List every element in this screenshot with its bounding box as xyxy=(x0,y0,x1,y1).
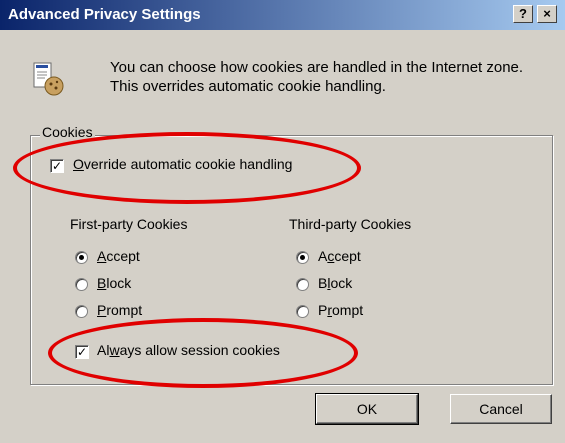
third-party-block-radio[interactable] xyxy=(296,278,309,291)
first-party-block-radio[interactable] xyxy=(75,278,88,291)
first-party-block-label[interactable]: Block xyxy=(97,275,131,291)
first-party-header: First-party Cookies xyxy=(70,216,188,232)
intro-text: You can choose how cookies are handled i… xyxy=(110,59,524,95)
close-button[interactable]: × xyxy=(537,5,557,23)
highlight-ellipse-override xyxy=(13,132,361,204)
third-party-prompt-radio[interactable] xyxy=(296,305,309,318)
highlight-ellipse-session xyxy=(48,318,358,388)
first-party-prompt-radio[interactable] xyxy=(75,305,88,318)
first-party-accept-label[interactable]: Accept xyxy=(97,248,140,264)
third-party-accept-label[interactable]: Accept xyxy=(318,248,361,264)
cancel-button[interactable]: Cancel xyxy=(450,394,552,424)
help-button[interactable]: ? xyxy=(513,5,533,23)
window-title: Advanced Privacy Settings xyxy=(8,6,201,23)
privacy-icon xyxy=(33,62,64,96)
third-party-block-label[interactable]: Block xyxy=(318,275,352,291)
third-party-prompt-label[interactable]: Prompt xyxy=(318,302,363,318)
title-bar: Advanced Privacy Settings ? × xyxy=(0,0,565,30)
ok-button[interactable]: OK xyxy=(315,393,419,425)
first-party-accept-radio[interactable] xyxy=(75,251,88,264)
first-party-prompt-label[interactable]: Prompt xyxy=(97,302,142,318)
third-party-header: Third-party Cookies xyxy=(289,216,412,232)
third-party-accept-radio[interactable] xyxy=(296,251,309,264)
